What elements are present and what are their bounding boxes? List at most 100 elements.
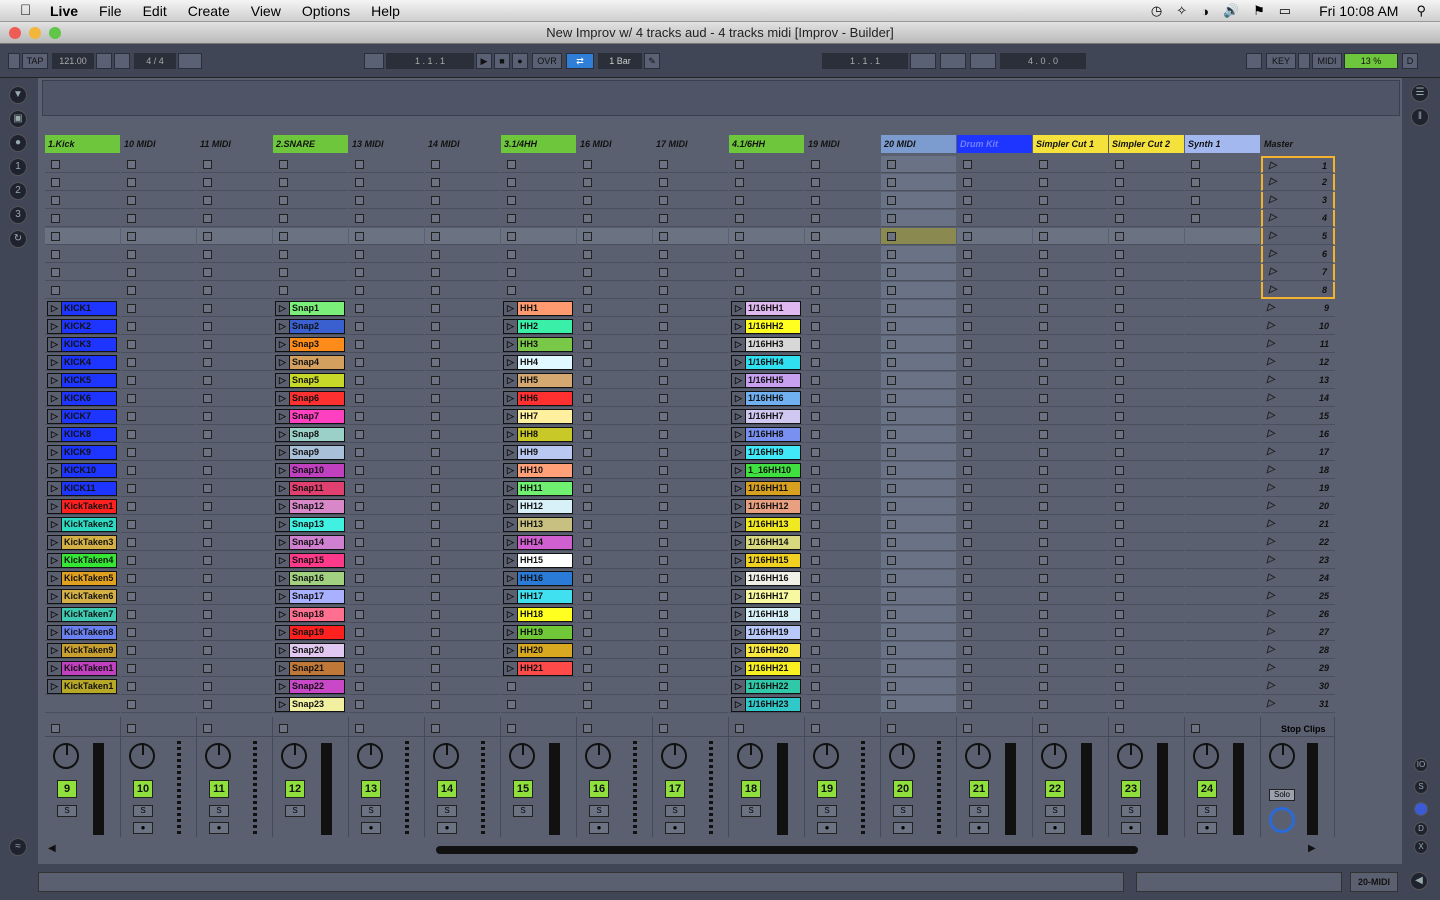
clip-stop-button[interactable]: [355, 448, 364, 457]
scene-launch[interactable]: ▷ 11: [1261, 336, 1335, 353]
clip-launch-icon[interactable]: ▷: [732, 500, 746, 513]
clip-slot[interactable]: [957, 354, 1032, 371]
clip-slot[interactable]: [805, 372, 880, 389]
clip-slot[interactable]: [957, 624, 1032, 641]
clip-stop-button[interactable]: [203, 628, 212, 637]
clip-slot[interactable]: [1185, 516, 1260, 533]
clip-slot[interactable]: [729, 228, 804, 245]
scene-launch[interactable]: ▷ 15: [1261, 408, 1335, 425]
scene-launch[interactable]: ▷ 21: [1261, 516, 1335, 533]
clip-stop-button[interactable]: [1039, 538, 1048, 547]
clip-stop-button[interactable]: [355, 250, 364, 259]
clip-stop-button[interactable]: [1039, 196, 1048, 205]
clip-slot[interactable]: ▷ 1/16HH23: [729, 696, 804, 713]
clip-launch-icon[interactable]: ▷: [276, 626, 290, 639]
clip[interactable]: ▷ Snap10: [275, 463, 345, 478]
clip-launch-icon[interactable]: ▷: [732, 518, 746, 531]
track-title[interactable]: Simpler Cut 2: [1109, 135, 1184, 153]
clip[interactable]: ▷ Snap2: [275, 319, 345, 334]
clip-slot[interactable]: [349, 390, 424, 407]
clip-slot[interactable]: ▷ KickTaken9: [45, 642, 120, 659]
clip[interactable]: ▷ HH8: [503, 427, 573, 442]
scene-launch[interactable]: ▷ 3: [1261, 192, 1335, 209]
clip-stop-button[interactable]: [431, 538, 440, 547]
clip-slot[interactable]: [349, 336, 424, 353]
clip-launch-icon[interactable]: ▷: [276, 644, 290, 657]
scene-launch[interactable]: ▷ 16: [1261, 426, 1335, 443]
clip-stop-button[interactable]: [127, 214, 136, 223]
clip-slot[interactable]: [653, 300, 728, 317]
clip-stop-button[interactable]: [1039, 520, 1048, 529]
clip-slot[interactable]: [1033, 300, 1108, 317]
clip-slot[interactable]: [881, 228, 956, 245]
clip-stop-button[interactable]: [355, 484, 364, 493]
scene-launch[interactable]: ▷ 9: [1261, 300, 1335, 317]
clip-slot[interactable]: [425, 192, 500, 209]
clip-stop-button[interactable]: [963, 304, 972, 313]
clip-slot[interactable]: [197, 192, 272, 209]
clip-stop-button[interactable]: [355, 628, 364, 637]
clip-stop-button[interactable]: [887, 502, 896, 511]
clip-slot[interactable]: [957, 552, 1032, 569]
clip-slot[interactable]: [577, 678, 652, 695]
master-title[interactable]: Master: [1261, 135, 1335, 153]
clip-slot[interactable]: [121, 264, 196, 281]
clip-slot[interactable]: [881, 462, 956, 479]
scene-play-icon[interactable]: ▷: [1269, 284, 1277, 295]
clip-slot[interactable]: [881, 678, 956, 695]
volume-fader[interactable]: [93, 743, 104, 835]
clip-stop-button[interactable]: [811, 502, 820, 511]
clip-slot[interactable]: [653, 552, 728, 569]
clip-stop-button[interactable]: [735, 286, 744, 295]
draw-mode-button[interactable]: ✎: [644, 53, 660, 69]
clip[interactable]: ▷ 1/16HH19: [731, 625, 801, 640]
clip-stop-button[interactable]: [1039, 592, 1048, 601]
clip-slot[interactable]: [1033, 588, 1108, 605]
clip-slot[interactable]: [121, 534, 196, 551]
clip-stop-button[interactable]: [583, 502, 592, 511]
clip-stop-button[interactable]: [583, 394, 592, 403]
clip-stop-button[interactable]: [811, 250, 820, 259]
clip-launch-icon[interactable]: ▷: [504, 410, 518, 423]
clip[interactable]: ▷ 1/16HH7: [731, 409, 801, 424]
clip-stop-button[interactable]: [583, 412, 592, 421]
clip[interactable]: ▷ HH14: [503, 535, 573, 550]
menu-view[interactable]: View: [251, 3, 281, 19]
loop-switch-button[interactable]: [940, 53, 966, 69]
clip-stop-button[interactable]: [887, 340, 896, 349]
clip-slot[interactable]: [1109, 498, 1184, 515]
clip-launch-icon[interactable]: ▷: [276, 428, 290, 441]
clip-slot[interactable]: [1185, 660, 1260, 677]
clip-slot[interactable]: [805, 192, 880, 209]
clip-slot[interactable]: ▷ KICK2: [45, 318, 120, 335]
clip-slot[interactable]: ▷ Snap21: [273, 660, 348, 677]
clip-slot[interactable]: [1033, 516, 1108, 533]
stop-clips-button[interactable]: [1185, 721, 1260, 737]
clip-stop-button[interactable]: [1191, 160, 1200, 169]
clip-slot[interactable]: [121, 336, 196, 353]
clip-slot[interactable]: [881, 660, 956, 677]
pan-knob[interactable]: [965, 743, 991, 769]
clip-slot[interactable]: ▷ 1/16HH15: [729, 552, 804, 569]
clip-stop-button[interactable]: [1039, 304, 1048, 313]
clip-launch-icon[interactable]: ▷: [276, 536, 290, 549]
clip-stop-button[interactable]: [963, 574, 972, 583]
clip-slot[interactable]: [881, 354, 956, 371]
clip-slot[interactable]: [121, 606, 196, 623]
clip-stop-button[interactable]: [1039, 628, 1048, 637]
clip-stop-button[interactable]: [1115, 466, 1124, 475]
track-title[interactable]: 14 MIDI: [425, 135, 500, 153]
clip-slot[interactable]: [881, 498, 956, 515]
clip-slot[interactable]: [653, 534, 728, 551]
clip-stop-button[interactable]: [203, 214, 212, 223]
scene-launch[interactable]: ▷ 8: [1261, 282, 1335, 299]
wifi-icon[interactable]: ◑: [1201, 4, 1209, 19]
pan-knob[interactable]: [53, 743, 79, 769]
clip[interactable]: ▷ KICK11: [47, 481, 117, 496]
clip-stop-button[interactable]: [127, 250, 136, 259]
clip-stop-button[interactable]: [887, 214, 896, 223]
clip-slot[interactable]: [197, 336, 272, 353]
clip-slot[interactable]: [1185, 570, 1260, 587]
clip-stop-button[interactable]: [127, 592, 136, 601]
tap-tempo-button[interactable]: TAP: [22, 53, 48, 69]
